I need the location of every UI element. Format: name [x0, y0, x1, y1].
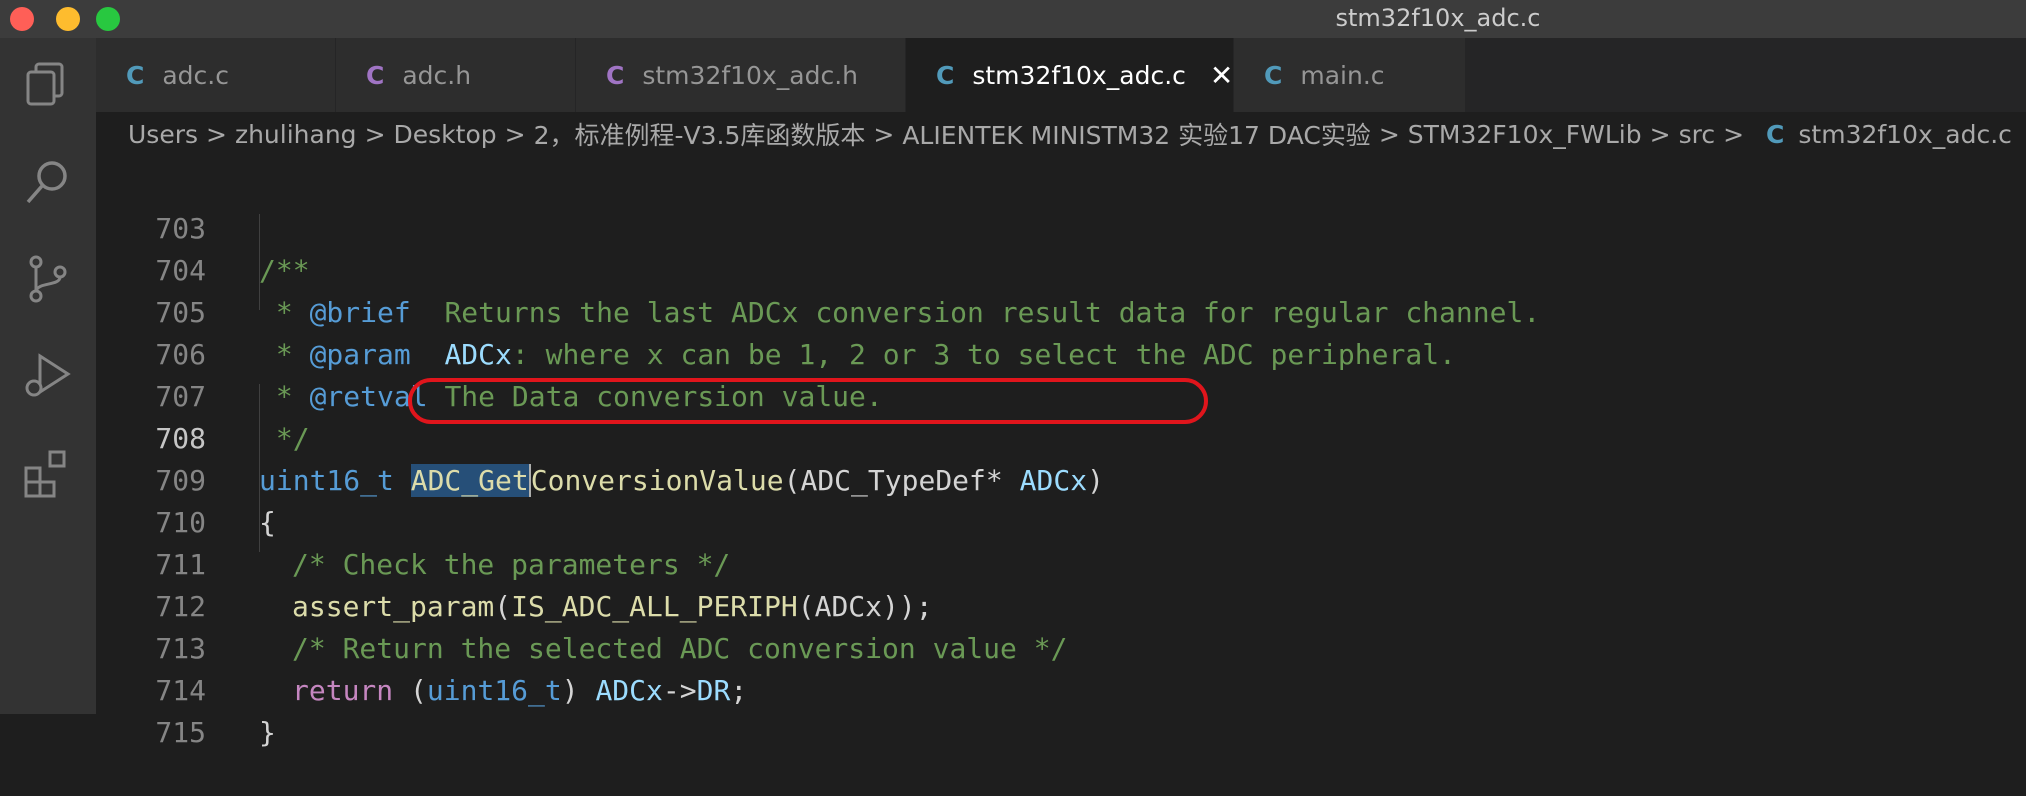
search-icon[interactable]: [22, 156, 74, 208]
c-file-icon: C: [126, 60, 145, 90]
code-line: 715: [96, 670, 2026, 749]
breadcrumb-item[interactable]: src: [1679, 120, 1716, 149]
title-bar: stm32f10x_adc.c: [0, 0, 2026, 39]
breadcrumb: Users > zhulihang > Desktop > 2，标准例程-V3.…: [96, 112, 2026, 156]
c-file-icon: C: [1766, 119, 1785, 149]
editor-tabs: C adc.c C adc.h C stm32f10x_adc.h C stm3…: [96, 38, 2026, 112]
tab-label: stm32f10x_adc.h: [642, 60, 858, 90]
code-line: 711 assert_param(IS_ADC_ALL_PERIPH(ADCx)…: [96, 502, 2026, 623]
tab-label: stm32f10x_adc.c: [972, 60, 1186, 90]
source-control-icon[interactable]: [22, 252, 74, 304]
code-line: 706 * @retval The Data conversion value.: [96, 292, 2026, 413]
chevron-right-icon: >: [1723, 119, 1745, 149]
tab-adc-h[interactable]: C adc.h: [336, 38, 576, 112]
extensions-icon[interactable]: [22, 446, 74, 498]
tab-label: adc.h: [402, 60, 472, 90]
punctuation: }: [259, 716, 276, 749]
c-header-icon: C: [366, 60, 385, 90]
tab-label: adc.c: [162, 60, 229, 90]
explorer-icon[interactable]: [22, 58, 74, 110]
breadcrumb-item[interactable]: ALIENTEK MINISTM32 实验17 DAC实验: [902, 116, 1370, 152]
chevron-right-icon: >: [873, 119, 895, 149]
tab-label: main.c: [1300, 60, 1385, 90]
code-line: 704 * @brief Returns the last ADCx conve…: [96, 208, 2026, 329]
code-line: 707 */: [96, 334, 2026, 455]
code-line: 709 {: [96, 418, 2026, 539]
breadcrumb-item[interactable]: Desktop: [394, 120, 497, 149]
c-header-icon: C: [606, 60, 625, 90]
chevron-right-icon: >: [364, 119, 386, 149]
tab-main-c[interactable]: C main.c: [1234, 38, 1466, 112]
code-line: 714 }: [96, 628, 2026, 749]
tab-stm32f10x-adc-c[interactable]: C stm32f10x_adc.c ✕: [906, 38, 1234, 112]
code-line: 703 /**: [96, 166, 2026, 287]
run-debug-icon[interactable]: [22, 350, 74, 402]
breadcrumb-item[interactable]: Users: [128, 120, 198, 149]
line-number: 715: [155, 716, 206, 749]
c-file-icon: C: [1264, 60, 1283, 90]
code-line: 712 /* Return the selected ADC conversio…: [96, 544, 2026, 665]
code-editor[interactable]: 703 /** 704 * @brief Returns the last AD…: [96, 156, 2026, 749]
breadcrumb-item[interactable]: STM32F10x_FWLib: [1408, 120, 1642, 149]
highlight-annotation: [408, 378, 1208, 424]
close-icon[interactable]: ✕: [1210, 59, 1233, 92]
chevron-right-icon: >: [504, 119, 526, 149]
code-line: 713 return (uint16_t) ADCx->DR;: [96, 586, 2026, 707]
code-line: 710 /* Check the parameters */: [96, 460, 2026, 581]
tab-stm32f10x-adc-h[interactable]: C stm32f10x_adc.h: [576, 38, 906, 112]
breadcrumb-item[interactable]: 2，标准例程-V3.5库函数版本: [534, 116, 866, 152]
breadcrumb-item[interactable]: zhulihang: [235, 120, 357, 149]
c-file-icon: C: [936, 60, 955, 90]
tab-adc-c[interactable]: C adc.c: [96, 38, 336, 112]
chevron-right-icon: >: [1649, 119, 1671, 149]
code-line: 705 * @param ADCx: where x can be 1, 2 o…: [96, 250, 2026, 371]
chevron-right-icon: >: [1378, 119, 1400, 149]
window-title: stm32f10x_adc.c: [1335, 4, 1541, 32]
breadcrumb-file[interactable]: stm32f10x_adc.c: [1798, 120, 2012, 149]
chevron-right-icon: >: [206, 119, 227, 149]
activity-bar: [0, 38, 96, 714]
